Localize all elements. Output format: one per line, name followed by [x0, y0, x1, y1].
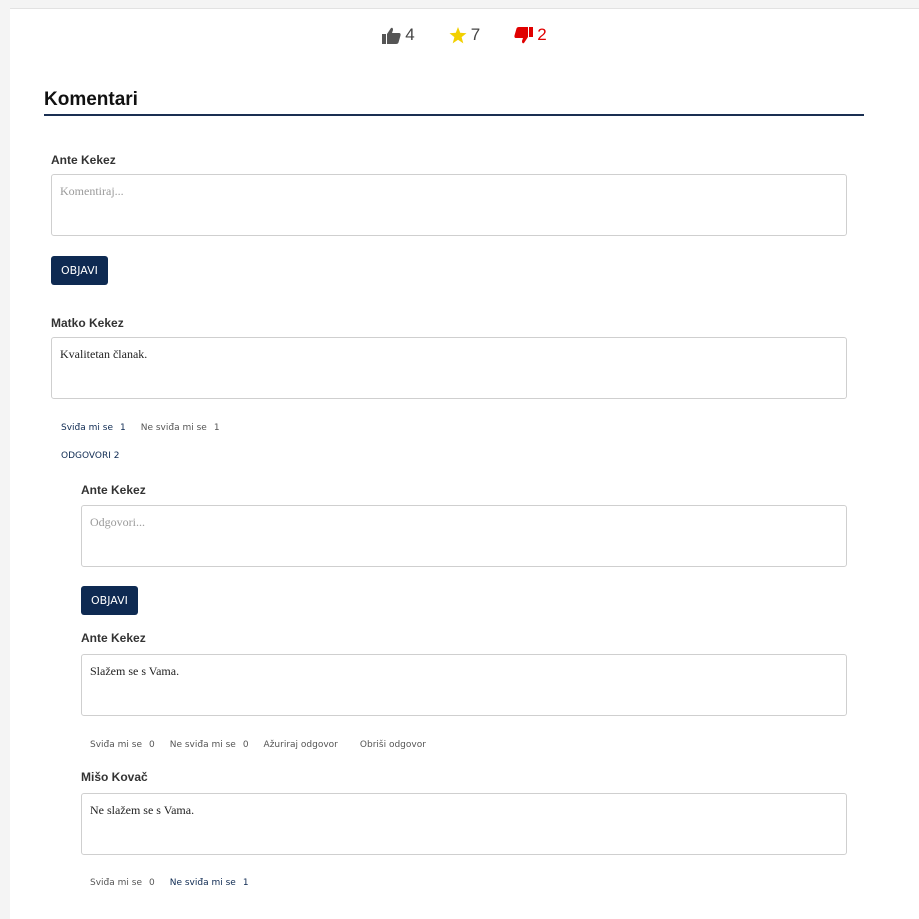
like-count: 0: [148, 878, 155, 888]
rating-bar: 4 7 2: [10, 24, 919, 46]
dislike-button[interactable]: Ne sviđa mi se: [141, 423, 207, 433]
like-button[interactable]: Sviđa mi se: [90, 878, 142, 888]
dislike-count: 1: [213, 423, 220, 433]
dislike-count: 0: [242, 740, 249, 750]
reply-actions: Sviđa mi se 0 Ne sviđa mi se 0 Ažuriraj …: [90, 740, 433, 750]
reply-actions: Sviđa mi se 0 Ne sviđa mi se 1: [90, 878, 264, 888]
comment-author: Matko Kekez: [51, 316, 124, 330]
show-replies-link[interactable]: ODGOVORI 2: [61, 451, 120, 461]
thumbs-down-icon: [514, 26, 534, 44]
dislike-count: 1: [242, 878, 249, 888]
reply-text: Slažem se s Vama.: [81, 654, 847, 716]
like-button[interactable]: Sviđa mi se: [61, 423, 113, 433]
dislikes-count: 2: [537, 25, 547, 44]
reply-author: Ante Kekez: [81, 631, 146, 645]
reply-form-author: Ante Kekez: [81, 483, 146, 497]
comments-heading: Komentari: [44, 89, 138, 110]
reply-text: Ne slažem se s Vama.: [81, 793, 847, 855]
dislike-button[interactable]: Ne sviđa mi se: [170, 878, 236, 888]
like-button[interactable]: Sviđa mi se: [90, 740, 142, 750]
delete-reply-button[interactable]: Obriši odgovor: [360, 740, 426, 750]
dislike-rating[interactable]: 2: [514, 25, 547, 45]
publish-comment-button[interactable]: OBJAVI: [51, 256, 108, 285]
article-page: 4 7 2 Komentari Ante Kekez OBJAVI Mat: [10, 8, 919, 919]
like-count: 0: [148, 740, 155, 750]
stars-count: 7: [470, 25, 481, 44]
star-icon: [449, 26, 467, 44]
publish-reply-button[interactable]: OBJAVI: [81, 586, 138, 615]
likes-count: 4: [405, 25, 415, 44]
heading-divider: [44, 114, 864, 116]
comment-input[interactable]: [51, 174, 847, 236]
like-count: 1: [119, 423, 126, 433]
comment-text: Kvalitetan članak.: [51, 337, 847, 399]
reply-input[interactable]: [81, 505, 847, 567]
thumbs-up-icon: [382, 27, 401, 44]
like-rating[interactable]: 4: [382, 25, 415, 45]
new-comment-author: Ante Kekez: [51, 153, 116, 167]
reply-author: Mišo Kovač: [81, 770, 148, 784]
star-rating[interactable]: 7: [449, 25, 480, 45]
comment-actions: Sviđa mi se 1 Ne sviđa mi se 1: [61, 423, 235, 433]
dislike-button[interactable]: Ne sviđa mi se: [170, 740, 236, 750]
edit-reply-button[interactable]: Ažuriraj odgovor: [264, 740, 338, 750]
